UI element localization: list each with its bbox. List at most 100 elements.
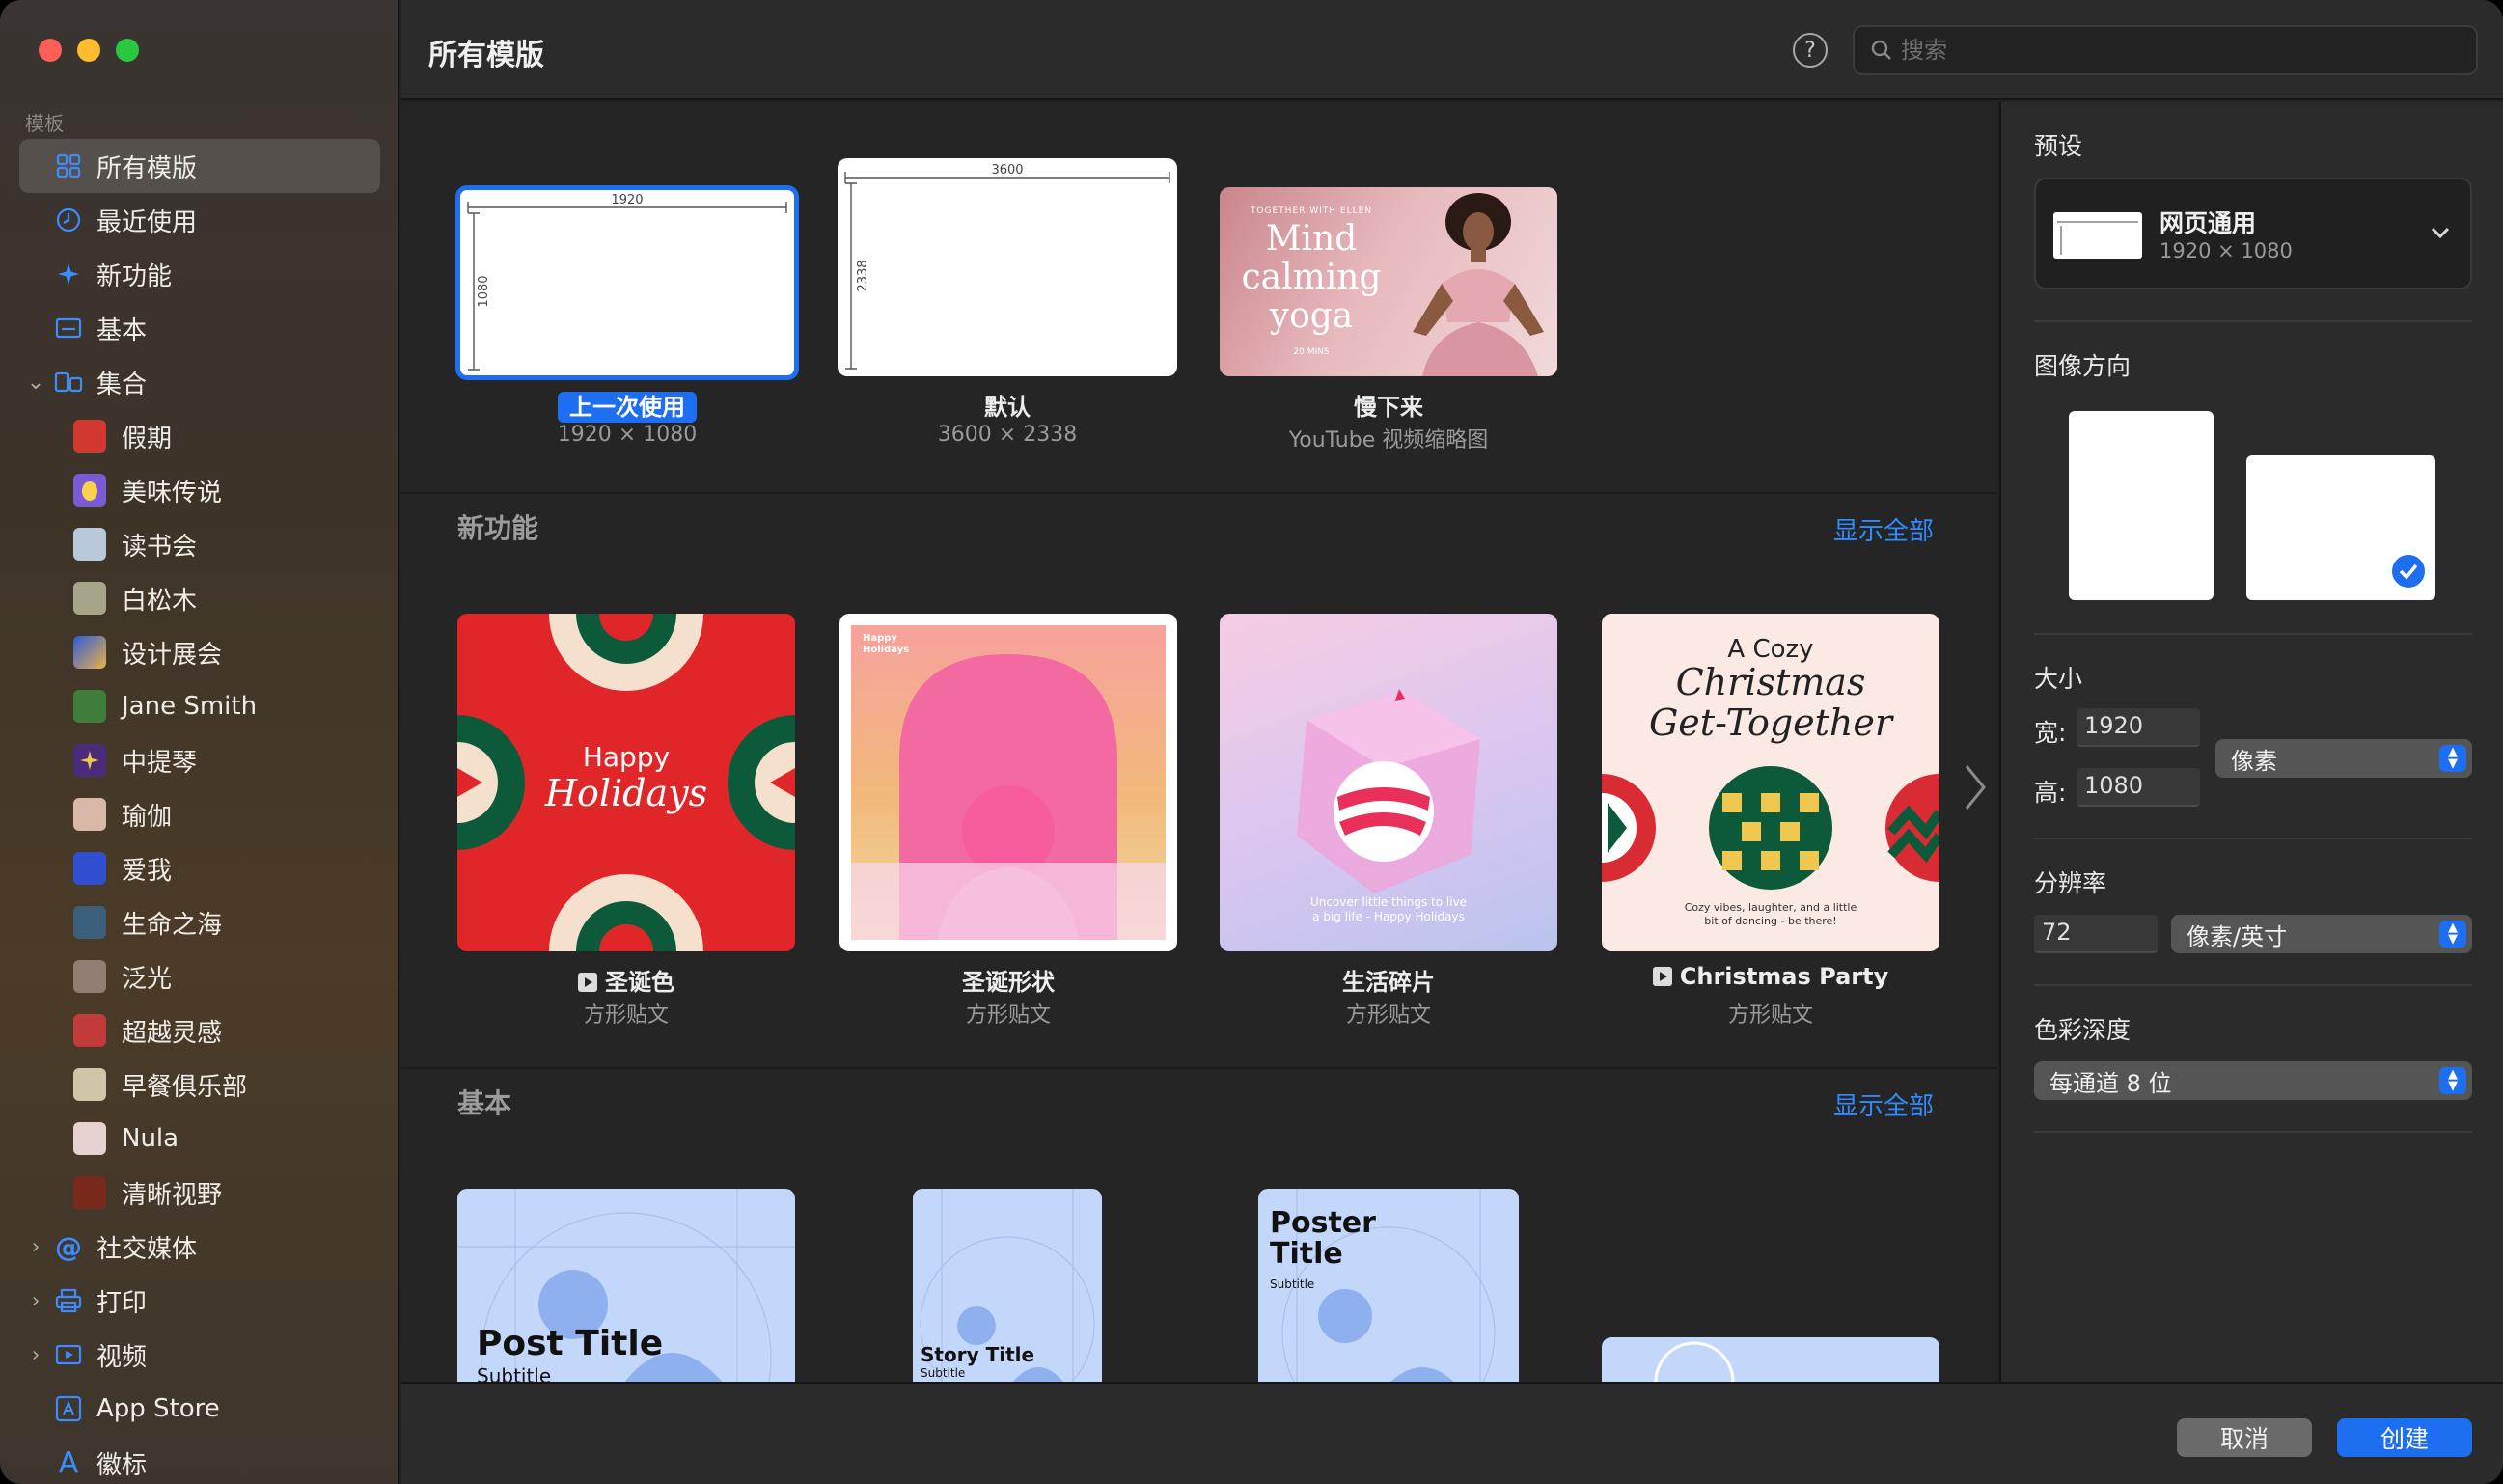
portrait-orientation-option[interactable]: [2069, 411, 2214, 600]
section-divider: [401, 492, 1997, 494]
sidebar-item-clear-view[interactable]: 清晰视野: [19, 1166, 380, 1220]
sidebar-item-breakfast-club[interactable]: 早餐俱乐部: [19, 1058, 380, 1112]
sidebar-item-jane-smith[interactable]: Jane Smith: [19, 679, 380, 733]
sidebar-item-recent[interactable]: 最近使用: [19, 193, 380, 247]
art-text: Story Title: [921, 1343, 1035, 1366]
template-card-slow-down[interactable]: TOGETHER WITH ELLEN Mind calming yoga 20…: [1220, 187, 1557, 376]
chevron-down-icon[interactable]: ⌄: [23, 371, 48, 395]
art-text: Subtitle: [921, 1366, 966, 1380]
sidebar-item-love-me[interactable]: 爱我: [19, 841, 380, 895]
section-divider: [401, 1067, 1997, 1069]
basic-rect-icon: [54, 314, 83, 343]
search-field[interactable]: [1853, 25, 2478, 75]
show-all-new-link[interactable]: 显示全部: [1833, 511, 1934, 547]
footer-bar: 取消 创建: [401, 1382, 2503, 1484]
template-card-story[interactable]: Story Title Subtitle: [913, 1189, 1102, 1382]
create-button[interactable]: 创建: [2337, 1418, 2472, 1457]
sidebar-item-app-store[interactable]: App Store: [19, 1382, 380, 1436]
sidebar-item-tasty-legend[interactable]: 美味传说: [19, 463, 380, 517]
resolution-input[interactable]: 72: [2034, 915, 2158, 953]
sidebar-item-label: 视频: [96, 1342, 148, 1372]
sidebar-item-sea-of-life[interactable]: 生命之海: [19, 895, 380, 949]
template-card-default[interactable]: 3600 2338: [838, 158, 1177, 376]
design-fair-app-icon: [73, 636, 106, 669]
sidebar-item-holiday[interactable]: 假期: [19, 409, 380, 463]
sidebar-item-video[interactable]: › 视频: [19, 1328, 380, 1382]
sidebar-item-collections[interactable]: ⌄ 集合: [19, 355, 380, 409]
height-input[interactable]: 1080: [2077, 768, 2200, 807]
template-card-poster[interactable]: Poster Title Subtitle: [1258, 1189, 1519, 1382]
template-card-wide[interactable]: [1602, 1337, 1939, 1382]
sidebar-item-basic[interactable]: 基本: [19, 301, 380, 355]
size-unit-select[interactable]: 像素 ▲ ▼: [2215, 739, 2472, 778]
sidebar-item-nula[interactable]: Nula: [19, 1112, 380, 1166]
thumbnail-headline: Mind calming yoga: [1220, 220, 1403, 336]
sidebar-item-print[interactable]: › 打印: [19, 1274, 380, 1328]
panel-divider: [2034, 320, 2472, 322]
grid-icon: [54, 151, 83, 180]
template-card-life-fragments[interactable]: Uncover little things to live a big life …: [1220, 614, 1557, 951]
help-button[interactable]: ?: [1793, 33, 1828, 68]
template-subtitle: 方形贴文: [583, 1003, 669, 1028]
template-title: 上一次使用: [455, 388, 799, 423]
glow-app-icon: [73, 960, 106, 993]
panel-divider: [2034, 633, 2472, 635]
template-card-last-used[interactable]: 1920 1080: [455, 185, 799, 380]
sidebar-item-label: 集合: [96, 370, 148, 399]
toolbar: 所有模版 ?: [401, 0, 2503, 100]
template-card-christmas-party[interactable]: A Cozy Christmas Get-Together Cozy vibes,…: [1602, 614, 1939, 951]
search-input[interactable]: [1901, 37, 2441, 64]
width-input[interactable]: 1920: [2077, 708, 2200, 747]
section-title-new: 新功能: [457, 512, 539, 544]
chevron-right-icon[interactable]: ›: [23, 1289, 48, 1313]
panel-divider: [2034, 838, 2472, 839]
preset-label: 预设: [2034, 132, 2083, 160]
chevron-right-icon[interactable]: ›: [23, 1235, 48, 1259]
template-gallery[interactable]: 1920 1080 上一次使用 1920 × 1080 3600 2338 默认…: [401, 102, 1997, 1382]
template-card-christmas-colors[interactable]: Happy Holidays: [457, 614, 795, 951]
sidebar-item-new[interactable]: 新功能: [19, 247, 380, 301]
sidebar-item-social-media[interactable]: › @ 社交媒体: [19, 1220, 380, 1274]
scroll-right-chevron-icon[interactable]: [1955, 758, 1994, 816]
zoom-window-button[interactable]: [116, 39, 139, 62]
sidebar-item-label: 徽标: [96, 1450, 148, 1480]
landscape-orientation-option[interactable]: [2246, 455, 2435, 600]
sidebar-item-design-fair[interactable]: 设计展会: [19, 625, 380, 679]
template-title: 默认: [984, 394, 1031, 421]
up-down-arrows-icon: ▲ ▼: [2439, 921, 2466, 948]
chevron-right-icon[interactable]: ›: [23, 1343, 48, 1367]
sidebar-item-yoga[interactable]: 瑜伽: [19, 787, 380, 841]
sidebar-item-label: 打印: [96, 1288, 148, 1318]
cancel-button[interactable]: 取消: [2177, 1418, 2312, 1457]
sidebar-item-book-club[interactable]: 读书会: [19, 517, 380, 571]
sidebar-item-logo[interactable]: A 徽标: [19, 1436, 380, 1484]
chevron-down-icon: [2428, 220, 2453, 249]
width-dimension-label: 3600: [991, 163, 1023, 178]
holiday-app-icon: [73, 420, 106, 453]
resolution-unit-select[interactable]: 像素/英寸 ▲ ▼: [2171, 915, 2472, 953]
show-all-basic-link[interactable]: 显示全部: [1833, 1086, 1934, 1122]
minimize-window-button[interactable]: [77, 39, 100, 62]
sidebar-item-glow[interactable]: 泛光: [19, 949, 380, 1003]
section-title-basic: 基本: [457, 1087, 512, 1119]
pine-app-icon: [73, 582, 106, 615]
sidebar-item-beyond-inspiration[interactable]: 超越灵感: [19, 1003, 380, 1058]
art-text: Christmas Get-Together: [1602, 662, 1939, 743]
orientation-label: 图像方向: [2034, 352, 2132, 380]
canvas-dimension-diagram: 1920 1080: [467, 193, 787, 371]
art-text: Subtitle: [477, 1364, 552, 1382]
headline-line: yoga: [1269, 296, 1354, 336]
art-line: Christmas: [1675, 661, 1866, 703]
sidebar-item-all-templates[interactable]: 所有模版: [19, 139, 380, 193]
sidebar-item-viola[interactable]: 中提琴: [19, 733, 380, 787]
color-depth-select[interactable]: 每通道 8 位 ▲ ▼: [2034, 1061, 2472, 1100]
selected-template-badge: 上一次使用: [558, 392, 697, 423]
sidebar-item-white-pine[interactable]: 白松木: [19, 571, 380, 625]
close-window-button[interactable]: [39, 39, 62, 62]
preset-dropdown[interactable]: 网页通用 1920 × 1080: [2034, 178, 2472, 289]
template-card-christmas-shapes[interactable]: Happy Holidays: [839, 614, 1177, 951]
template-card-post[interactable]: Post Title Subtitle: [457, 1189, 795, 1382]
template-subtitle: YouTube 视频缩略图: [1288, 428, 1489, 453]
book-club-app-icon: [73, 528, 106, 561]
printer-icon: [54, 1286, 83, 1315]
